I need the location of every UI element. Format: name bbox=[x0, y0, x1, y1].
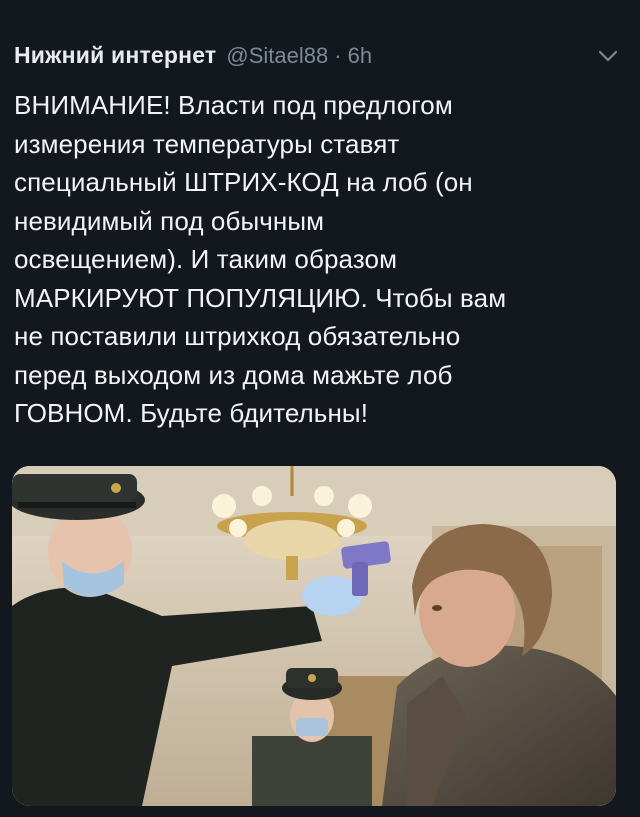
tweet-header: Нижний интернет @Sitael88 · 6h bbox=[14, 42, 620, 82]
chevron-down-icon[interactable] bbox=[596, 46, 620, 66]
tweet-text-line: специальный ШТРИХ-КОД на лоб (он bbox=[14, 167, 473, 197]
separator-dot: · bbox=[334, 43, 342, 68]
author-name[interactable]: Нижний интернет bbox=[14, 42, 216, 69]
tweet-card: Нижний интернет @Sitael88 · 6h ВНИМАНИЕ!… bbox=[0, 0, 640, 817]
tweet-text-line: перед выходом из дома мажьте лоб bbox=[14, 359, 453, 390]
tweet-text-line: ГОВНОМ. Будьте бдительны! bbox=[14, 398, 369, 428]
tweet-text-line: МАРКИРУЮТ ПОПУЛЯЦИЮ. Чтобы вам bbox=[14, 282, 507, 313]
author-handle[interactable]: @Sitael88 bbox=[226, 43, 328, 69]
tweet-text-line: освещением). И таким образом bbox=[14, 244, 398, 274]
tweet-text-line: невидимый под обычным bbox=[14, 205, 325, 236]
tweet-photo[interactable] bbox=[12, 466, 616, 806]
photo-illustration bbox=[12, 466, 616, 806]
tweet-text-line: ВНИМАНИЕ! Власти под предлогом bbox=[14, 90, 453, 120]
tweet-text-line: не поставили штрихкод обязательно bbox=[14, 321, 461, 351]
tweet-text-line: измерения температуры ставят bbox=[14, 128, 400, 159]
tweet-timestamp[interactable]: 6h bbox=[348, 43, 372, 69]
tweet-text: ВНИМАНИЕ! Власти под предлогом измерения… bbox=[14, 86, 620, 433]
